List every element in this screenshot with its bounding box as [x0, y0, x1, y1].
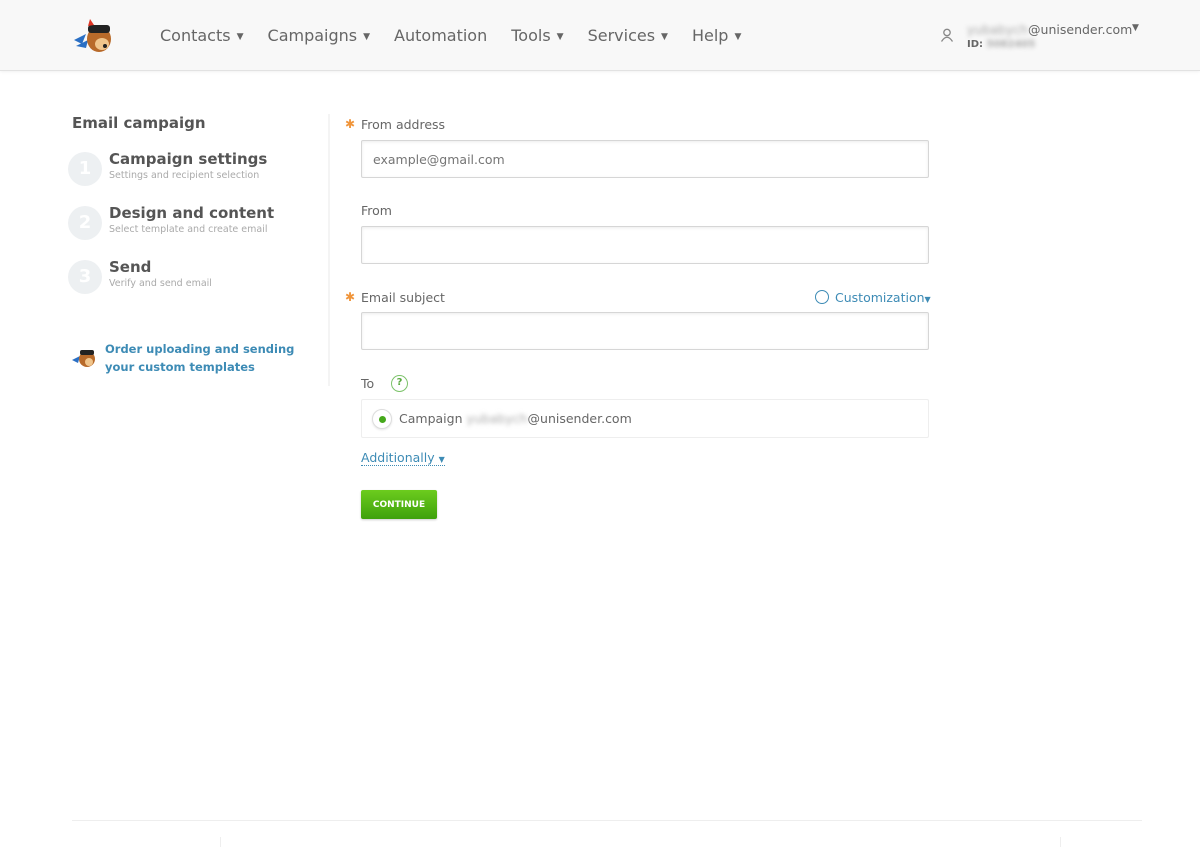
caret-down-icon: ▼	[438, 455, 445, 464]
caret-down-icon: ▼	[236, 32, 244, 42]
nav-services[interactable]: Services ▼	[588, 26, 668, 45]
required-icon: ✱	[345, 290, 356, 304]
user-email: yubabych@unisender.com	[967, 22, 1133, 37]
to-label: To	[361, 376, 375, 391]
recipient-list-box: Campaign yubabych@unisender.com	[361, 399, 929, 438]
caret-down-icon: ▼	[556, 32, 564, 42]
nav-automation[interactable]: Automation	[394, 26, 487, 45]
user-id: ID: 5082405	[967, 39, 1036, 50]
main-nav: Contacts ▼ Campaigns ▼ Automation Tools ▼ S…	[160, 26, 741, 45]
nav-help[interactable]: Help ▼	[692, 26, 741, 45]
additionally-toggle[interactable]: Additionally ▼	[361, 450, 445, 466]
sidebar-title: Email campaign	[72, 114, 206, 132]
caret-down-icon: ▼	[661, 32, 668, 42]
step-campaign-settings[interactable]: 1 Campaign settings Settings and recipie…	[68, 150, 328, 206]
recipient-radio[interactable]	[372, 409, 392, 429]
caret-down-icon: ▼	[1132, 23, 1139, 33]
required-icon: ✱	[345, 117, 356, 131]
caret-down-icon: ▼	[734, 32, 742, 42]
nav-contacts[interactable]: Contacts ▼	[160, 26, 244, 45]
email-subject-input[interactable]	[361, 312, 929, 350]
nav-campaigns[interactable]: Campaigns ▼	[268, 26, 371, 45]
recipient-option-label[interactable]: Campaign yubabych@unisender.com	[399, 411, 632, 426]
user-icon	[940, 28, 954, 42]
order-templates-link[interactable]: Order uploading and sending your custom …	[105, 340, 310, 376]
step-send[interactable]: 3 Send Verify and send email	[68, 258, 328, 314]
from-address-label: From address	[361, 117, 446, 132]
help-icon[interactable]: ?	[391, 375, 408, 392]
from-input[interactable]	[361, 226, 929, 264]
from-label: From	[361, 203, 392, 218]
continue-button[interactable]: CONTINUE	[361, 490, 437, 519]
logo-icon[interactable]	[72, 18, 114, 54]
caret-down-icon: ▼	[363, 32, 371, 42]
email-subject-label: Email subject	[361, 290, 445, 305]
customization-dropdown[interactable]: Customization▼	[815, 290, 931, 305]
steps-sidebar: Email campaign 1 Campaign settings Setti…	[68, 114, 330, 386]
step-design-content[interactable]: 2 Design and content Select template and…	[68, 204, 328, 260]
smiley-icon	[815, 290, 829, 304]
top-header: Contacts ▼ Campaigns ▼ Automation Tools ▼ S…	[0, 0, 1200, 71]
nav-tools[interactable]: Tools ▼	[511, 26, 563, 45]
caret-down-icon: ▼	[924, 295, 931, 304]
mascot-icon	[72, 350, 95, 367]
footer-divider	[72, 820, 1142, 847]
from-address-input[interactable]	[361, 140, 929, 178]
